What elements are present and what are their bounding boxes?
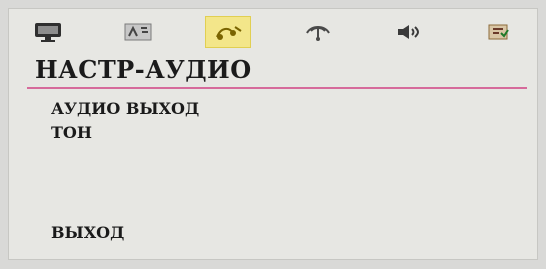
- title-divider: [27, 87, 527, 89]
- tab-rating[interactable]: [475, 16, 521, 48]
- tab-signal[interactable]: [295, 16, 341, 48]
- audio-menu: АУДИО ВЫХОД ТОН ВЫХОД: [51, 97, 199, 242]
- tab-audio-settings[interactable]: [205, 16, 251, 48]
- speaker-icon: [398, 25, 419, 39]
- settings-screen: НАСТР-АУДИО АУДИО ВЫХОД ТОН ВЫХОД: [8, 8, 538, 260]
- language-icon: [124, 23, 152, 41]
- monitor-icon: [35, 23, 61, 42]
- top-tabs: [25, 15, 521, 49]
- tab-sound[interactable]: [385, 16, 431, 48]
- rating-icon: [488, 24, 509, 40]
- menu-item-audio-output[interactable]: АУДИО ВЫХОД: [51, 97, 199, 121]
- menu-item-exit[interactable]: ВЫХОД: [51, 221, 251, 245]
- audio-settings-icon: [216, 26, 242, 40]
- menu-item-tone[interactable]: ТОН: [51, 121, 199, 145]
- tab-language[interactable]: [115, 16, 161, 48]
- page-title: НАСТР-АУДИО: [35, 55, 252, 84]
- antenna-icon: [306, 26, 330, 41]
- tab-display[interactable]: [25, 16, 71, 48]
